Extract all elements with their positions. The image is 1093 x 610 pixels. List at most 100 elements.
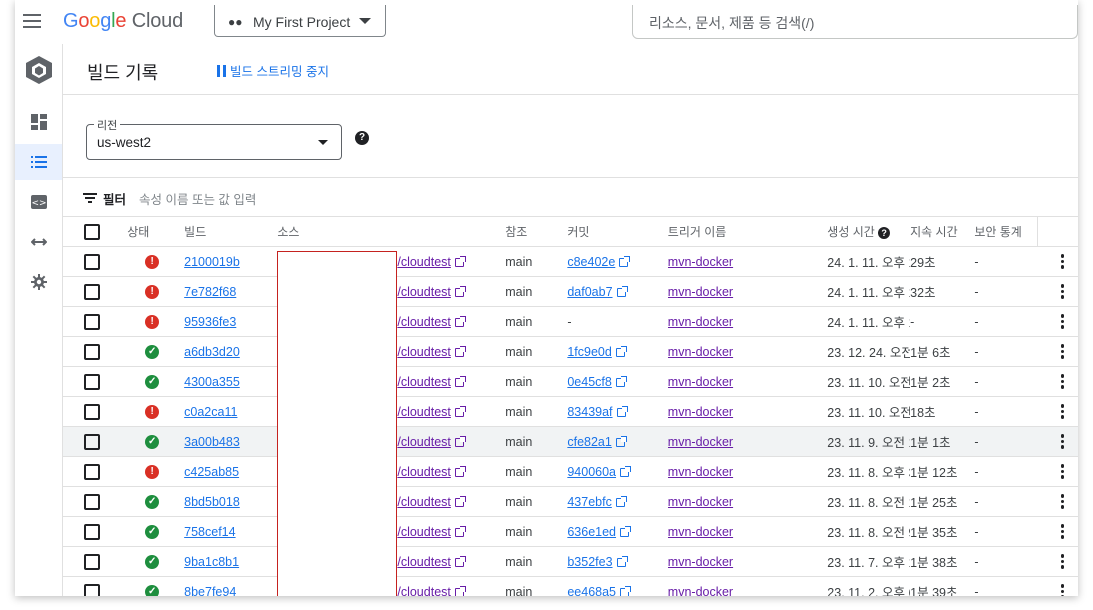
- table-row[interactable]: ✓ 4300a355/cloudtest main 0e45cf8 mvn-docker…: [63, 366, 1078, 397]
- filter-bar[interactable]: 필터 속성 이름 또는 값 입력: [63, 177, 1078, 217]
- build-id-link[interactable]: 2100019b: [184, 255, 240, 269]
- commit-link[interactable]: cfe82a1: [567, 435, 611, 449]
- table-row[interactable]: ✓ 3a00b483/cloudtest main cfe82a1 mvn-docker…: [63, 426, 1078, 457]
- build-id-link[interactable]: 4300a355: [184, 375, 240, 389]
- row-checkbox[interactable]: [84, 553, 100, 570]
- more-vert-icon[interactable]: [1060, 434, 1065, 449]
- col-ref[interactable]: 참조: [505, 217, 568, 247]
- build-id-link[interactable]: 8bd5b018: [184, 495, 240, 509]
- source-link[interactable]: /cloudtest: [397, 315, 451, 329]
- more-vert-icon[interactable]: [1060, 524, 1065, 539]
- external-link-icon[interactable]: [454, 405, 466, 417]
- row-checkbox[interactable]: [84, 283, 100, 300]
- commit-link[interactable]: 940060a: [567, 465, 616, 479]
- external-link-icon[interactable]: [615, 345, 627, 357]
- col-duration[interactable]: 지속 시간: [910, 217, 975, 247]
- source-link[interactable]: /cloudtest: [397, 435, 451, 449]
- help-icon[interactable]: ?: [355, 131, 369, 145]
- row-checkbox-cell[interactable]: [63, 546, 128, 577]
- source-link[interactable]: /cloudtest: [397, 555, 451, 569]
- external-link-icon[interactable]: [454, 345, 466, 357]
- trigger-link[interactable]: mvn-docker: [668, 285, 733, 299]
- commit-link[interactable]: 83439af: [567, 405, 612, 419]
- col-security[interactable]: 보안 통계: [974, 217, 1038, 247]
- build-id-link[interactable]: a6db3d20: [184, 345, 240, 359]
- row-checkbox-cell[interactable]: [63, 456, 128, 487]
- external-link-icon[interactable]: [454, 285, 466, 297]
- source-link[interactable]: /cloudtest: [397, 405, 451, 419]
- trigger-link[interactable]: mvn-docker: [668, 255, 733, 269]
- row-checkbox[interactable]: [84, 253, 100, 270]
- row-checkbox[interactable]: [84, 313, 100, 330]
- repositories-icon[interactable]: [15, 224, 62, 260]
- commit-link[interactable]: daf0ab7: [567, 285, 612, 299]
- col-source[interactable]: 소스: [277, 217, 506, 247]
- table-row[interactable]: ! 2100019b/cloudtest main c8e402e mvn-docker…: [63, 246, 1078, 277]
- row-checkbox[interactable]: [84, 433, 100, 450]
- table-row[interactable]: ✓ 8bd5b018/cloudtest main 437ebfc mvn-docker…: [63, 486, 1078, 517]
- more-vert-icon[interactable]: [1060, 254, 1065, 269]
- filter-input[interactable]: 속성 이름 또는 값 입력: [139, 189, 256, 208]
- external-link-icon[interactable]: [454, 465, 466, 477]
- build-id-link[interactable]: 3a00b483: [184, 435, 240, 449]
- external-link-icon[interactable]: [454, 435, 466, 447]
- external-link-icon[interactable]: [619, 255, 631, 267]
- row-checkbox-cell[interactable]: [63, 336, 128, 367]
- external-link-icon[interactable]: [454, 255, 466, 267]
- more-vert-icon[interactable]: [1060, 494, 1065, 509]
- col-build[interactable]: 빌드: [184, 217, 278, 247]
- build-id-link[interactable]: 8be7fe94: [184, 585, 236, 597]
- hamburger-menu-icon[interactable]: [23, 14, 41, 28]
- commit-link[interactable]: ee468a5: [567, 585, 616, 597]
- commit-link[interactable]: 0e45cf8: [567, 375, 611, 389]
- history-list-icon[interactable]: [15, 144, 62, 180]
- row-checkbox-cell[interactable]: [63, 516, 128, 547]
- source-link[interactable]: /cloudtest: [397, 465, 451, 479]
- external-link-icon[interactable]: [615, 495, 627, 507]
- build-id-link[interactable]: 7e782f68: [184, 285, 236, 299]
- table-row[interactable]: ✓ 9ba1c8b1/cloudtest main b352fe3 mvn-docker…: [63, 546, 1078, 577]
- source-link[interactable]: /cloudtest: [397, 375, 451, 389]
- external-link-icon[interactable]: [620, 585, 632, 596]
- external-link-icon[interactable]: [454, 585, 466, 596]
- trigger-link[interactable]: mvn-docker: [668, 585, 733, 597]
- more-vert-icon[interactable]: [1060, 584, 1065, 596]
- row-checkbox[interactable]: [84, 343, 100, 360]
- dashboard-icon[interactable]: [15, 104, 62, 140]
- trigger-link[interactable]: mvn-docker: [668, 525, 733, 539]
- search-input[interactable]: 리소스, 문서, 제품 등 검색(/): [632, 5, 1078, 39]
- build-id-link[interactable]: 9ba1c8b1: [184, 555, 239, 569]
- commit-link[interactable]: b352fe3: [567, 555, 612, 569]
- source-link[interactable]: /cloudtest: [397, 525, 451, 539]
- source-link[interactable]: /cloudtest: [397, 255, 451, 269]
- external-link-icon[interactable]: [615, 375, 627, 387]
- trigger-link[interactable]: mvn-docker: [668, 435, 733, 449]
- external-link-icon[interactable]: [616, 285, 628, 297]
- more-vert-icon[interactable]: [1060, 374, 1065, 389]
- trigger-link[interactable]: mvn-docker: [668, 495, 733, 509]
- col-status[interactable]: 상태: [127, 217, 185, 247]
- table-row[interactable]: ! c425ab85/cloudtest main 940060a mvn-docker…: [63, 456, 1078, 487]
- table-row[interactable]: ✓ a6db3d20/cloudtest main 1fc9e0d mvn-docker…: [63, 336, 1078, 367]
- source-link[interactable]: /cloudtest: [397, 285, 451, 299]
- region-select[interactable]: 리전 us-west2: [86, 117, 342, 160]
- more-vert-icon[interactable]: [1060, 344, 1065, 359]
- row-checkbox[interactable]: [84, 463, 100, 480]
- more-vert-icon[interactable]: [1060, 554, 1065, 569]
- table-row[interactable]: ✓ 8be7fe94/cloudtest main ee468a5 mvn-docker…: [63, 576, 1078, 597]
- row-checkbox[interactable]: [84, 373, 100, 390]
- table-row[interactable]: ✓ 758cef14/cloudtest main 636e1ed mvn-docker…: [63, 516, 1078, 547]
- external-link-icon[interactable]: [616, 555, 628, 567]
- more-vert-icon[interactable]: [1060, 314, 1065, 329]
- col-trigger[interactable]: 트리거 이름: [667, 217, 828, 247]
- row-checkbox-cell[interactable]: [63, 486, 128, 517]
- google-cloud-logo[interactable]: Google Cloud: [63, 10, 183, 33]
- row-checkbox[interactable]: [84, 403, 100, 420]
- table-row[interactable]: ! c0a2ca11/cloudtest main 83439af mvn-docker…: [63, 396, 1078, 427]
- cloud-build-logo-icon[interactable]: [15, 52, 62, 88]
- commit-link[interactable]: 636e1ed: [567, 525, 616, 539]
- commit-link[interactable]: 1fc9e0d: [567, 345, 611, 359]
- trigger-link[interactable]: mvn-docker: [668, 345, 733, 359]
- help-icon[interactable]: ?: [878, 227, 891, 239]
- external-link-icon[interactable]: [620, 525, 632, 537]
